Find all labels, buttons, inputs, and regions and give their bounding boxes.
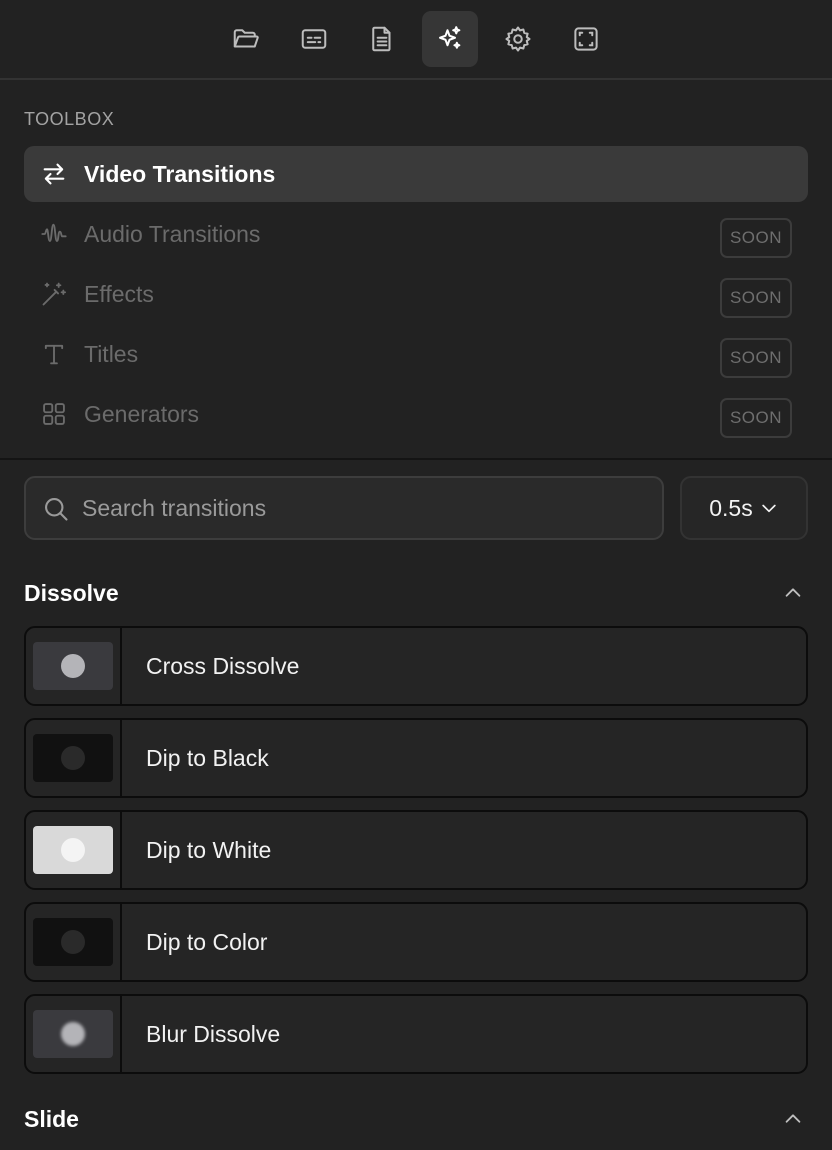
soon-badge: SOON <box>720 278 792 318</box>
transition-preview <box>26 720 122 796</box>
toolbox-item-video-transitions[interactable]: Video Transitions <box>24 146 808 202</box>
toolbox-heading: TOOLBOX <box>24 109 115 129</box>
transition-preview <box>26 628 122 704</box>
toolbox-item-label: Video Transitions <box>84 161 276 187</box>
transition-card[interactable]: Dip to Black <box>24 718 808 798</box>
text-icon <box>44 344 64 365</box>
grid-icon <box>43 403 65 425</box>
subtitles-icon <box>301 29 327 49</box>
section-header-slide[interactable]: Slide <box>24 1102 808 1136</box>
folder-open-icon <box>233 29 259 48</box>
tab-canvas[interactable] <box>558 11 614 67</box>
gear-icon <box>505 26 531 52</box>
section-header-dissolve[interactable]: Dissolve <box>24 576 808 610</box>
toolbox-item-titles[interactable]: Titles SOON <box>24 326 808 382</box>
waveform-icon <box>41 223 67 242</box>
toolbox-item-label: Generators <box>84 401 200 427</box>
transition-preview <box>26 996 122 1072</box>
chevron-up-icon[interactable] <box>782 582 804 604</box>
preview-thumbnail <box>33 642 113 690</box>
search-field[interactable] <box>24 476 664 540</box>
transition-label: Dip to White <box>146 837 272 863</box>
toolbox-item-label: Titles <box>84 341 139 367</box>
duration-dropdown[interactable]: 0.5s <box>680 476 808 540</box>
top-toolbar <box>0 0 832 80</box>
toolbox-item-generators[interactable]: Generators SOON <box>24 386 808 442</box>
preview-thumbnail <box>33 826 113 874</box>
arrows-left-right-icon <box>43 163 65 185</box>
document-icon <box>372 26 391 52</box>
transition-card[interactable]: Blur Dissolve <box>24 994 808 1074</box>
section-title: Dissolve <box>24 580 119 606</box>
transition-label: Blur Dissolve <box>146 1021 281 1047</box>
preview-dot <box>61 1022 85 1046</box>
chevron-down-icon <box>762 504 776 513</box>
transition-card[interactable]: Cross Dissolve <box>24 626 808 706</box>
preview-dot <box>61 654 85 678</box>
divider <box>0 458 832 460</box>
section-title: Slide <box>24 1106 79 1132</box>
search-icon <box>45 498 68 521</box>
tab-media[interactable] <box>218 11 274 67</box>
preview-thumbnail <box>33 1010 113 1058</box>
tab-captions[interactable] <box>286 11 342 67</box>
transition-preview <box>26 812 122 888</box>
toolbox-item-effects[interactable]: Effects SOON <box>24 266 808 322</box>
tab-document[interactable] <box>354 11 410 67</box>
preview-thumbnail <box>33 734 113 782</box>
duration-value: 0.5s <box>709 494 753 521</box>
chevron-up-icon[interactable] <box>782 1108 804 1130</box>
transition-label: Cross Dissolve <box>146 653 300 679</box>
tab-effects[interactable] <box>422 11 478 67</box>
magic-wand-icon <box>42 282 67 306</box>
transition-card[interactable]: Dip to White <box>24 810 808 890</box>
preview-dot <box>61 930 85 954</box>
preview-dot <box>61 838 85 862</box>
frame-icon <box>574 27 598 51</box>
transition-preview <box>26 904 122 980</box>
tab-settings[interactable] <box>490 11 546 67</box>
soon-badge: SOON <box>720 338 792 378</box>
soon-badge: SOON <box>720 218 792 258</box>
toolbox-item-label: Effects <box>84 281 154 307</box>
toolbox-item-audio-transitions[interactable]: Audio Transitions SOON <box>24 206 808 262</box>
sparkles-icon <box>439 26 461 49</box>
transition-label: Dip to Black <box>146 745 269 771</box>
soon-badge: SOON <box>720 398 792 438</box>
preview-thumbnail <box>33 918 113 966</box>
search-input[interactable] <box>82 486 652 530</box>
preview-dot <box>61 746 85 770</box>
toolbox-item-label: Audio Transitions <box>84 221 261 247</box>
transition-card[interactable]: Dip to Color <box>24 902 808 982</box>
transition-label: Dip to Color <box>146 929 268 955</box>
